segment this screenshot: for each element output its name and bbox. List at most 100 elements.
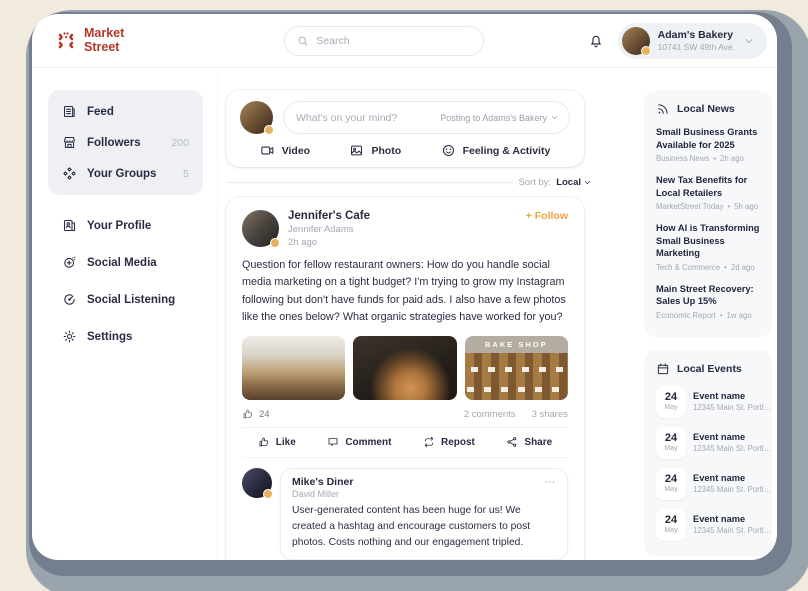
- event-item[interactable]: 24 May Event name 12345 Main St. Portlan…: [656, 386, 760, 418]
- post-composer: Posting to Adams's Bakery Video Photo: [226, 90, 584, 167]
- news-time: 2d ago: [731, 263, 755, 272]
- composer-input-wrap: Posting to Adams's Bakery: [283, 101, 570, 134]
- search-bar[interactable]: [284, 26, 484, 56]
- event-name: Event name: [693, 473, 775, 483]
- account-switcher[interactable]: Adam's Bakery 10741 SW 49th Ave.: [618, 23, 767, 59]
- share-label: Share: [524, 437, 552, 448]
- news-item[interactable]: Main Street Recovery: Sales Up 15% Econo…: [656, 283, 760, 320]
- like-count-value: 24: [259, 409, 270, 420]
- post-photo-bread-display[interactable]: [353, 336, 456, 400]
- photo-icon: [349, 143, 364, 158]
- avatar-badge: [641, 46, 651, 56]
- video-button[interactable]: Video: [260, 143, 310, 158]
- sidebar-item-count: 5: [183, 168, 189, 180]
- feeling-activity-button[interactable]: Feeling & Activity: [441, 143, 551, 158]
- event-day: 24: [665, 392, 677, 403]
- news-item[interactable]: New Tax Benefits for Local Retailers Mar…: [656, 174, 760, 211]
- sort-by-label: Sort by:: [518, 177, 551, 188]
- post-author-info: Jennifer's Cafe Jennifer Adams 2h ago: [288, 210, 370, 248]
- like-button[interactable]: Like: [258, 436, 296, 448]
- post-photo-bake-shop[interactable]: BAKE SHOP: [465, 336, 568, 400]
- post-actions: Like Comment Repost Share: [242, 428, 568, 458]
- sidebar-item-label: Followers: [87, 137, 141, 149]
- event-item[interactable]: 24 May Event name 12345 Main St. Portlan…: [656, 468, 760, 500]
- event-info: Event name 12345 Main St. Portland, OR..: [693, 432, 775, 453]
- event-item[interactable]: 24 May Event name 12345 Main St. Portlan…: [656, 509, 760, 541]
- sidebar-item-social-media[interactable]: Social Media: [48, 244, 203, 281]
- app-window: Market Street Adam's Bakery 10741 SW 49t…: [32, 14, 777, 560]
- event-address: 12345 Main St. Portland, OR..: [693, 403, 775, 412]
- event-item[interactable]: 24 May Event name 12345 Main St. Portlan…: [656, 427, 760, 459]
- sidebar-item-your-profile[interactable]: Your Profile: [48, 207, 203, 244]
- social-listening-icon: [62, 292, 77, 307]
- share-button[interactable]: Share: [506, 436, 552, 448]
- like-count[interactable]: 24: [242, 408, 270, 420]
- event-day: 24: [665, 515, 677, 526]
- event-name: Event name: [693, 514, 775, 524]
- news-headline: Small Business Grants Available for 2025: [656, 126, 760, 151]
- news-source: Tech & Commerce: [656, 263, 720, 272]
- feed-icon: [62, 104, 77, 119]
- account-name: Adam's Bakery: [658, 29, 735, 41]
- comment-text: User-generated content has been huge for…: [292, 503, 556, 551]
- brand-logo[interactable]: Market Street: [54, 27, 124, 53]
- repost-button[interactable]: Repost: [423, 436, 475, 448]
- search-icon: [297, 35, 309, 47]
- sort-row: Sort by: Local: [226, 177, 592, 188]
- sidebar-item-label: Social Media: [87, 257, 157, 269]
- sidebar-item-settings[interactable]: Settings: [48, 318, 203, 355]
- comment-avatar[interactable]: [242, 468, 272, 498]
- chevron-down-icon: [743, 35, 755, 47]
- news-headline: New Tax Benefits for Local Retailers: [656, 174, 760, 199]
- event-info: Event name 12345 Main St. Portland, OR..: [693, 391, 775, 412]
- main-area: Feed Followers 200 Your Groups 5 Your: [32, 68, 777, 560]
- avatar-badge: [264, 125, 274, 135]
- news-item[interactable]: Small Business Grants Available for 2025…: [656, 126, 760, 163]
- posting-to-dropdown[interactable]: Posting to Adams's Bakery: [440, 113, 559, 123]
- dot-separator: •: [724, 263, 727, 272]
- event-name: Event name: [693, 391, 775, 401]
- comment-label: Comment: [345, 437, 391, 448]
- repost-label: Repost: [441, 437, 475, 448]
- thumbs-up-icon: [258, 436, 270, 448]
- social-media-icon: [62, 255, 77, 270]
- post-photo-bakery-interior[interactable]: [242, 336, 345, 400]
- event-address: 12345 Main St. Portland, OR..: [693, 444, 775, 453]
- calendar-icon: [656, 362, 670, 376]
- news-item[interactable]: How AI is Transforming Small Business Ma…: [656, 222, 760, 272]
- sidebar-item-social-listening[interactable]: Social Listening: [48, 281, 203, 318]
- feed-post: Jennifer's Cafe Jennifer Adams 2h ago + …: [226, 197, 584, 560]
- brand-name: Market Street: [84, 27, 124, 53]
- sort-select[interactable]: Local: [556, 177, 592, 188]
- search-input[interactable]: [316, 35, 471, 47]
- sidebar-item-your-groups[interactable]: Your Groups 5: [56, 158, 195, 189]
- comment-author-info: Mike's Diner David Miller: [292, 476, 353, 499]
- bake-shop-sign: BAKE SHOP: [465, 336, 568, 353]
- comments-count[interactable]: 2 comments: [464, 409, 516, 420]
- comment-thread-item: Mike's Diner David Miller User-generated…: [242, 468, 568, 560]
- event-month: May: [664, 445, 677, 452]
- event-name: Event name: [693, 432, 775, 442]
- composer-input[interactable]: [296, 112, 434, 124]
- notifications-bell-icon[interactable]: [588, 33, 604, 49]
- post-business-name[interactable]: Jennifer's Cafe: [288, 210, 370, 222]
- news-source: MarketStreet Today: [656, 202, 723, 211]
- comment-business-name[interactable]: Mike's Diner: [292, 476, 353, 488]
- rss-icon: [656, 102, 670, 116]
- dot-separator: •: [713, 154, 716, 163]
- photo-button[interactable]: Photo: [349, 143, 401, 158]
- post-author-avatar[interactable]: [242, 210, 279, 247]
- comment-button[interactable]: Comment: [327, 436, 391, 448]
- profile-icon: [62, 218, 77, 233]
- more-options-icon[interactable]: [544, 476, 556, 488]
- follow-button[interactable]: + Follow: [526, 210, 568, 248]
- posting-to-label: Posting to Adams's Bakery: [440, 113, 547, 123]
- sidebar-item-followers[interactable]: Followers 200: [56, 127, 195, 158]
- event-month: May: [664, 486, 677, 493]
- comment-bubble: Mike's Diner David Miller User-generated…: [280, 468, 568, 560]
- post-author-name: Jennifer Adams: [288, 224, 370, 235]
- sidebar-item-feed[interactable]: Feed: [56, 96, 195, 127]
- shares-count[interactable]: 3 shares: [532, 409, 568, 420]
- photo-label: Photo: [371, 145, 401, 157]
- groups-icon: [62, 166, 77, 181]
